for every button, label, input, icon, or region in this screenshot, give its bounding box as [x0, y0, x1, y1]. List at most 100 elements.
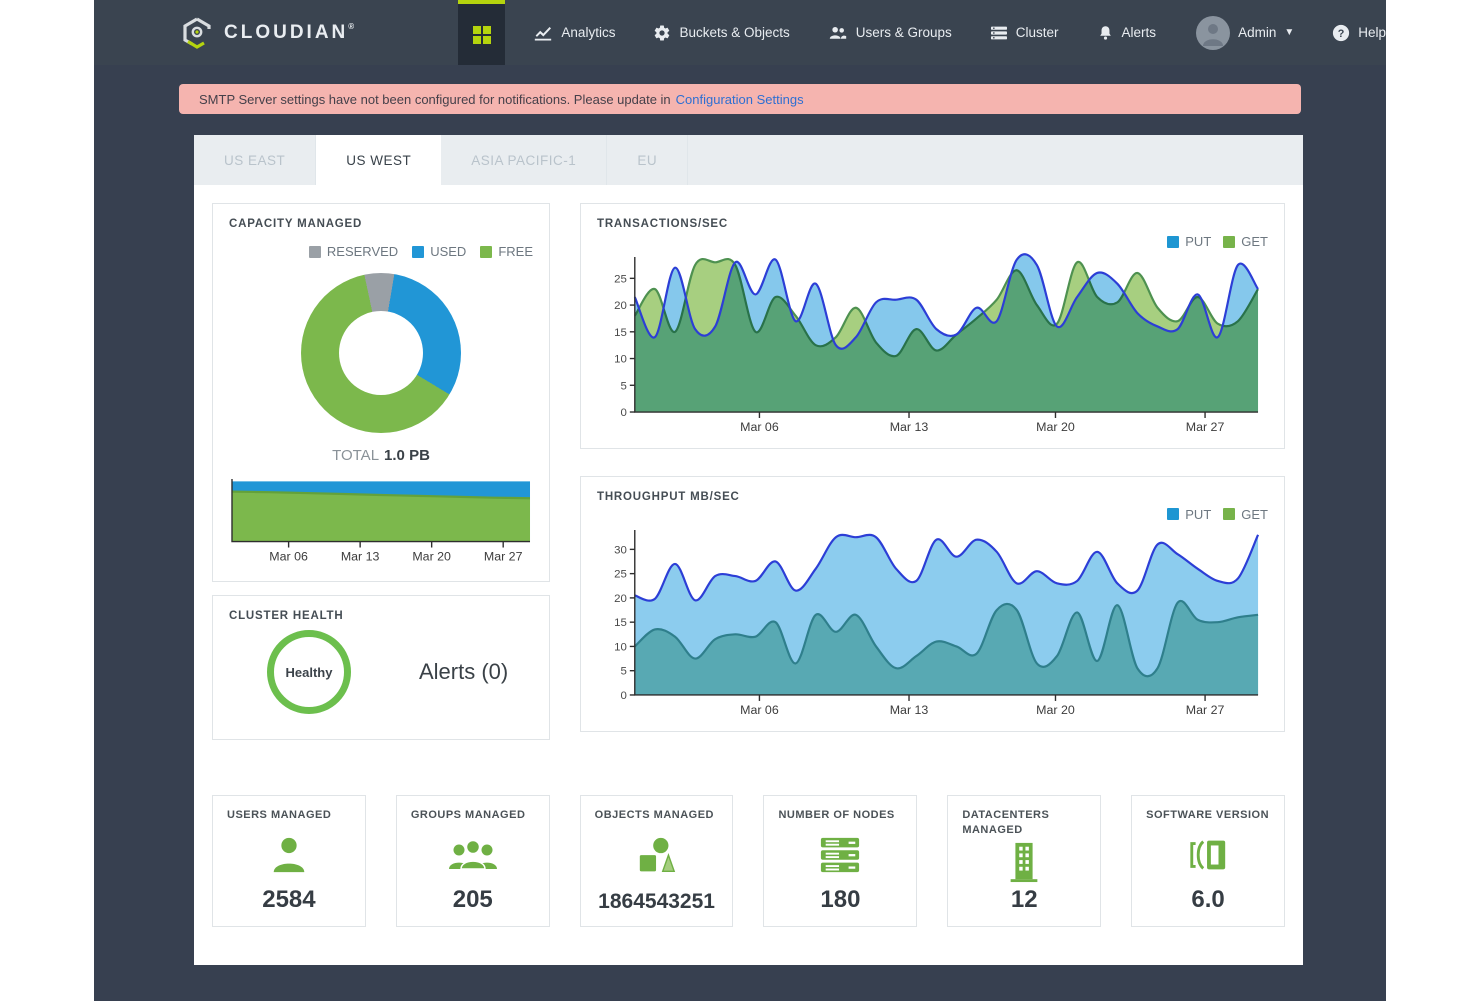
- health-status-ring: Healthy: [267, 630, 351, 714]
- legend-label-get: GET: [1241, 507, 1268, 522]
- tab-us-east-label: US EAST: [224, 153, 285, 168]
- capacity-history-svg: Mar 06Mar 13Mar 20Mar 27: [229, 476, 533, 567]
- legend-label-put: PUT: [1185, 234, 1211, 249]
- stat-label: NUMBER OF NODES: [772, 808, 908, 823]
- stat-value: 2584: [262, 886, 315, 914]
- avatar-person-icon: [1196, 16, 1230, 50]
- capacity-legend: RESERVED USED FREE: [229, 244, 533, 259]
- stat-value: 1864543251: [598, 890, 715, 914]
- svg-text:Mar 20: Mar 20: [412, 549, 451, 563]
- stat-card-objects-managed: OBJECTS MANAGED 1864543251: [580, 795, 734, 927]
- capacity-panel-title: CAPACITY MANAGED: [229, 218, 533, 230]
- tab-us-west[interactable]: US WEST: [316, 135, 441, 185]
- nav-item-analytics[interactable]: Analytics: [533, 24, 615, 42]
- nav-item-cluster[interactable]: Cluster: [990, 25, 1059, 41]
- legend-label-put: PUT: [1185, 507, 1211, 522]
- nav-label-cluster: Cluster: [1016, 25, 1059, 40]
- cluster-health-panel: CLUSTER HEALTH Healthy Alerts (0): [212, 595, 550, 740]
- alerts-count[interactable]: Alerts (0): [419, 659, 508, 685]
- stat-label: DATACENTERS MANAGED: [956, 808, 1092, 838]
- configuration-settings-link[interactable]: Configuration Settings: [676, 92, 804, 107]
- throughput-legend: PUT GET: [597, 507, 1268, 522]
- stats-row: USERS MANAGED 2584 GROUPS MANAGED: [212, 795, 1285, 927]
- legend-item-get: GET: [1223, 234, 1268, 249]
- tab-eu[interactable]: EU: [607, 135, 688, 185]
- users-icon: [828, 24, 848, 42]
- throughput-panel: THROUGHPUT MB/SEC PUT GET 051015202530Ma…: [580, 476, 1285, 732]
- gear-icon: [653, 24, 671, 42]
- throughput-chart-svg: 051015202530Mar 06Mar 13Mar 20Mar 27: [597, 522, 1268, 721]
- svg-text:Mar 20: Mar 20: [1036, 703, 1075, 717]
- legend-item-put: PUT: [1167, 234, 1211, 249]
- stat-value: 180: [820, 886, 860, 914]
- top-nav: CLOUDIAN® Analytics Bu: [94, 0, 1386, 65]
- smtp-warning-banner: SMTP Server settings have not been confi…: [179, 84, 1301, 114]
- stat-value: 12: [1011, 886, 1038, 914]
- cluster-health-title: CLUSTER HEALTH: [229, 610, 533, 622]
- stat-value: 205: [453, 886, 493, 914]
- svg-text:20: 20: [614, 300, 627, 312]
- nav-label-users-groups: Users & Groups: [856, 25, 952, 40]
- transactions-panel: TRANSACTIONS/SEC PUT GET 0510152025Mar 0…: [580, 203, 1285, 449]
- tab-us-east[interactable]: US EAST: [194, 135, 316, 185]
- group-icon: [447, 823, 499, 886]
- throughput-title: THROUGHPUT MB/SEC: [597, 491, 1268, 503]
- svg-text:Mar 27: Mar 27: [484, 549, 523, 563]
- app-root: CLOUDIAN® Analytics Bu: [94, 0, 1386, 1001]
- stat-label: USERS MANAGED: [221, 808, 357, 823]
- tab-us-west-label: US WEST: [346, 153, 411, 168]
- capacity-managed-panel: CAPACITY MANAGED RESERVED USED FREE: [212, 203, 550, 582]
- svg-text:20: 20: [614, 593, 627, 605]
- reserved-swatch: [309, 246, 321, 258]
- nav-label-analytics: Analytics: [561, 25, 615, 40]
- put-swatch: [1167, 236, 1179, 248]
- svg-text:10: 10: [614, 641, 627, 653]
- tab-asia-pacific-1[interactable]: ASIA PACIFIC-1: [441, 135, 607, 185]
- admin-label: Admin: [1238, 25, 1276, 40]
- legend-item-put: PUT: [1167, 507, 1211, 522]
- get-swatch: [1223, 508, 1235, 520]
- objects-icon: [633, 823, 681, 890]
- svg-text:Mar 27: Mar 27: [1186, 420, 1225, 434]
- svg-text:15: 15: [614, 617, 627, 629]
- stat-card-software-version: SOFTWARE VERSION 6.0: [1131, 795, 1285, 927]
- donut-hole: [339, 311, 423, 395]
- nav-item-alerts[interactable]: Alerts: [1097, 24, 1157, 42]
- transactions-chart-svg: 0510152025Mar 06Mar 13Mar 20Mar 27: [597, 249, 1268, 438]
- brand-name: CLOUDIAN®: [224, 22, 354, 44]
- legend-label-reserved: RESERVED: [327, 244, 398, 259]
- legend-item-used: USED: [412, 244, 466, 259]
- nav-label-buckets-objects: Buckets & Objects: [679, 25, 789, 40]
- svg-text:Mar 06: Mar 06: [740, 703, 779, 717]
- chevron-down-icon: ▼: [1284, 27, 1294, 38]
- version-icon: [1185, 823, 1231, 886]
- legend-item-get: GET: [1223, 507, 1268, 522]
- help-menu[interactable]: ? Help: [1332, 24, 1386, 42]
- nav-label-alerts: Alerts: [1122, 25, 1157, 40]
- tab-eu-label: EU: [637, 153, 657, 168]
- stat-label: GROUPS MANAGED: [405, 808, 541, 823]
- svg-text:Mar 27: Mar 27: [1186, 703, 1225, 717]
- dashboard-content: CAPACITY MANAGED RESERVED USED FREE: [194, 185, 1303, 965]
- nav-item-users-groups[interactable]: Users & Groups: [828, 24, 952, 42]
- stat-card-number-of-nodes: NUMBER OF NODES 180: [763, 795, 917, 927]
- svg-text:15: 15: [614, 327, 627, 339]
- nav-item-buckets-objects[interactable]: Buckets & Objects: [653, 24, 789, 42]
- stat-card-users-managed: USERS MANAGED 2584: [212, 795, 366, 927]
- right-column: TRANSACTIONS/SEC PUT GET 0510152025Mar 0…: [580, 203, 1285, 740]
- nav-item-dashboard[interactable]: [458, 0, 505, 65]
- svg-text:10: 10: [614, 354, 627, 366]
- cloudian-logo[interactable]: CLOUDIAN®: [180, 16, 374, 50]
- cluster-icon: [990, 25, 1008, 41]
- svg-text:0: 0: [620, 690, 626, 702]
- stat-card-groups-managed: GROUPS MANAGED 205: [396, 795, 550, 927]
- svg-text:30: 30: [614, 544, 627, 556]
- admin-avatar: [1196, 16, 1230, 50]
- stat-card-datacenters-managed: DATACENTERS MANAGED 12: [947, 795, 1101, 927]
- admin-menu[interactable]: Admin ▼: [1196, 16, 1294, 50]
- svg-text:Mar 06: Mar 06: [269, 549, 308, 563]
- total-value: 1.0 PB: [384, 447, 430, 464]
- legend-item-reserved: RESERVED: [309, 244, 398, 259]
- svg-text:Mar 13: Mar 13: [890, 703, 929, 717]
- help-label: Help: [1358, 25, 1386, 40]
